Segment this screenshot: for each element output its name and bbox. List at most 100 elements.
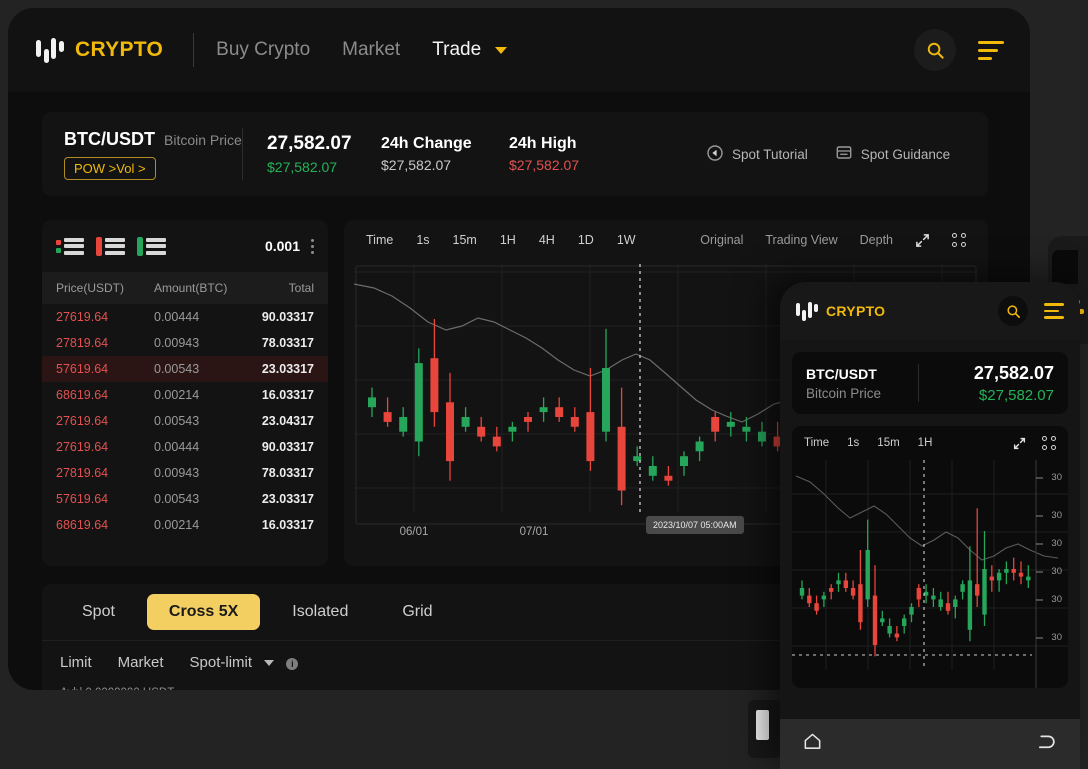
mobile-price-usd: $27,582.07 [919, 387, 1054, 404]
row-total: 23.03317 [254, 492, 314, 506]
order-type-market[interactable]: Market [118, 654, 164, 671]
orderbook-sell-icon[interactable] [96, 237, 125, 256]
timeframe-15m[interactable]: 15m [453, 233, 477, 247]
mobile-timeframe-1h[interactable]: 1H [918, 437, 933, 449]
order-type-select[interactable]: Spot-limit i [190, 654, 299, 671]
nav-links: Buy Crypto Market Trade [216, 39, 506, 61]
search-icon[interactable] [914, 29, 956, 71]
mobile-timeframe-time[interactable]: Time [804, 437, 829, 449]
grid-dots-icon[interactable] [1042, 436, 1056, 450]
row-amount: 0.00943 [154, 336, 254, 350]
spot-guidance-label: Spot Guidance [861, 147, 950, 162]
row-price: 27619.64 [56, 440, 154, 454]
table-row[interactable]: 57619.640.0054323.03317 [42, 356, 328, 382]
pow-vol-badge[interactable]: POW >Vol > [64, 157, 156, 180]
tab-spot[interactable]: Spot [60, 594, 137, 630]
table-row[interactable]: 68619.640.0021416.03317 [42, 512, 328, 538]
tab-isolated[interactable]: Isolated [270, 594, 370, 630]
tab-cross-5x[interactable]: Cross 5X [147, 594, 260, 630]
back-arrow-icon[interactable] [1035, 731, 1058, 757]
row-price: 57619.64 [56, 362, 154, 376]
hamburger-menu-icon[interactable] [1044, 303, 1064, 319]
candlestick-logo-icon [36, 37, 66, 63]
mobile-y-label-0: 30 [1051, 472, 1062, 483]
mobile-top-bar: CRYPTO [780, 282, 1080, 340]
chart-view-depth[interactable]: Depth [860, 233, 893, 247]
row-price: 27819.64 [56, 466, 154, 480]
chart-view-original[interactable]: Original [700, 233, 743, 247]
kebab-menu-icon[interactable] [311, 239, 314, 254]
nav-link-market[interactable]: Market [342, 39, 400, 61]
row-price: 57619.64 [56, 492, 154, 506]
mobile-chart-toolbar: Time 1s 15m 1H [792, 426, 1068, 460]
table-row[interactable]: 27819.640.0094378.03317 [42, 330, 328, 356]
mobile-timeframe-1s[interactable]: 1s [847, 437, 859, 449]
timeframe-1s[interactable]: 1s [416, 233, 429, 247]
mobile-pair-block: BTC/USDT Bitcoin Price [806, 366, 918, 401]
table-row[interactable]: 27819.640.0094378.03317 [42, 460, 328, 486]
timeframe-time[interactable]: Time [366, 233, 393, 247]
row-total: 23.03317 [254, 362, 314, 376]
nav-link-trade[interactable]: Trade [432, 39, 481, 60]
row-price: 27619.64 [56, 414, 154, 428]
spot-guidance-link[interactable]: Spot Guidance [836, 145, 950, 163]
chart-toolbar: Time 1s 15m 1H 4H 1D 1W Original Trading… [344, 220, 988, 260]
row-total: 78.03317 [254, 466, 314, 480]
table-row[interactable]: 68619.640.0021416.03317 [42, 382, 328, 408]
bottom-edge-sliver [748, 700, 782, 758]
mobile-y-label-5: 30 [1051, 632, 1062, 643]
mobile-price: 27,582.07 [919, 363, 1054, 384]
mobile-bottom-nav [780, 719, 1080, 769]
x-label-1: 07/01 [520, 526, 549, 538]
order-book-columns: Price(USDT) Amount(BTC) Total [42, 272, 328, 304]
order-type-limit[interactable]: Limit [60, 654, 92, 671]
nav-link-trade-group[interactable]: Trade [432, 39, 506, 61]
column-price: Price(USDT) [56, 281, 154, 295]
search-icon[interactable] [998, 296, 1028, 326]
order-book-rows: 27619.640.0044490.0331727819.640.0094378… [42, 304, 328, 538]
order-book-panel: 0.001 Price(USDT) Amount(BTC) Total 2761… [42, 220, 328, 566]
table-row[interactable]: 57619.640.0054323.03317 [42, 486, 328, 512]
table-row[interactable]: 27619.640.0044490.03317 [42, 434, 328, 460]
nav-link-buy-crypto[interactable]: Buy Crypto [216, 39, 310, 61]
mobile-candlestick-chart[interactable]: 30 30 30 30 30 30 [792, 460, 1068, 688]
book-icon [836, 145, 852, 163]
timeframe-1w[interactable]: 1W [617, 233, 636, 247]
timeframe-1h[interactable]: 1H [500, 233, 516, 247]
mobile-actions [998, 296, 1064, 326]
brand-logo[interactable]: CRYPTO [36, 37, 163, 63]
table-row[interactable]: 27619.640.0054323.04317 [42, 408, 328, 434]
orderbook-both-icon[interactable] [56, 238, 84, 255]
spot-tutorial-link[interactable]: Spot Tutorial [707, 145, 808, 164]
row-amount: 0.00943 [154, 466, 254, 480]
expand-arrows-icon[interactable] [1013, 437, 1026, 450]
expand-arrows-icon[interactable] [915, 233, 930, 248]
mobile-y-label-3: 30 [1051, 566, 1062, 577]
home-icon[interactable] [802, 731, 823, 757]
grid-dots-icon[interactable] [952, 233, 966, 247]
chart-view-trading-view[interactable]: Trading View [765, 233, 837, 247]
tick-size-value[interactable]: 0.001 [265, 238, 300, 254]
tab-grid[interactable]: Grid [380, 594, 454, 630]
row-total: 23.04317 [254, 414, 314, 428]
timeframe-4h[interactable]: 4H [539, 233, 555, 247]
table-row[interactable]: 27619.640.0044490.03317 [42, 304, 328, 330]
info-icon[interactable]: i [286, 658, 298, 670]
row-amount: 0.00444 [154, 310, 254, 324]
mobile-y-label-2: 30 [1051, 538, 1062, 549]
last-price-usd: $27,582.07 [267, 159, 381, 175]
row-total: 78.03317 [254, 336, 314, 350]
chevron-down-icon [495, 47, 507, 54]
row-total: 90.03317 [254, 310, 314, 324]
spot-tutorial-label: Spot Tutorial [732, 147, 808, 162]
sliver-white-bar [756, 710, 769, 740]
timeframe-1d[interactable]: 1D [578, 233, 594, 247]
mobile-brand-logo[interactable]: CRYPTO [796, 301, 885, 321]
change-label: 24h Change [381, 135, 509, 153]
row-amount: 0.00543 [154, 362, 254, 376]
mobile-timeframe-15m[interactable]: 15m [877, 437, 899, 449]
hamburger-menu-icon[interactable] [978, 41, 1004, 60]
ticker-last-price: 27,582.07 $27,582.07 [267, 133, 381, 175]
orderbook-buy-icon[interactable] [137, 237, 166, 256]
mobile-brand-name: CRYPTO [826, 303, 885, 319]
